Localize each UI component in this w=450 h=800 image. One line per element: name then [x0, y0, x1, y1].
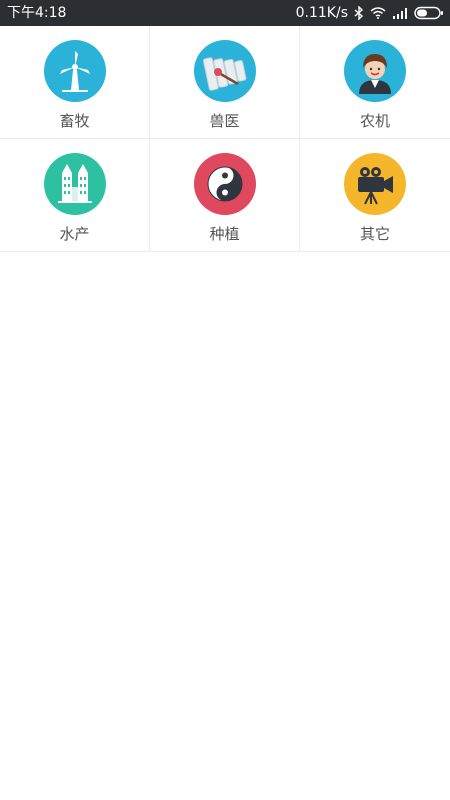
person-icon	[344, 40, 406, 102]
battery-icon	[414, 6, 443, 20]
category-label: 兽医	[209, 112, 240, 130]
category-label: 农机	[359, 112, 390, 130]
category-label: 水产	[59, 225, 90, 243]
category-grid: 畜牧 兽医 农机 水产 种植 其它	[0, 26, 450, 252]
xylophone-icon	[194, 40, 256, 102]
bluetooth-icon	[354, 6, 364, 20]
status-bar: 下午4:18 0.11K/s	[0, 0, 450, 26]
buildings-icon	[44, 153, 106, 215]
category-label: 种植	[209, 225, 240, 243]
status-indicators: 0.11K/s	[296, 0, 444, 26]
category-qita[interactable]: 其它	[300, 139, 450, 252]
network-speed: 0.11K/s	[295, 5, 348, 21]
yin-yang-icon	[194, 153, 256, 215]
category-nongji[interactable]: 农机	[300, 26, 450, 139]
wifi-icon	[370, 7, 386, 19]
category-label: 畜牧	[59, 112, 90, 130]
signal-icon	[393, 8, 407, 19]
camera-icon	[344, 153, 406, 215]
category-shouyi[interactable]: 兽医	[150, 26, 300, 139]
category-shuichan[interactable]: 水产	[0, 139, 150, 252]
category-zhongzhi[interactable]: 种植	[150, 139, 300, 252]
status-time: 下午4:18	[7, 5, 67, 21]
windmill-icon	[44, 40, 106, 102]
category-label: 其它	[359, 225, 390, 243]
category-xumu[interactable]: 畜牧	[0, 26, 150, 139]
